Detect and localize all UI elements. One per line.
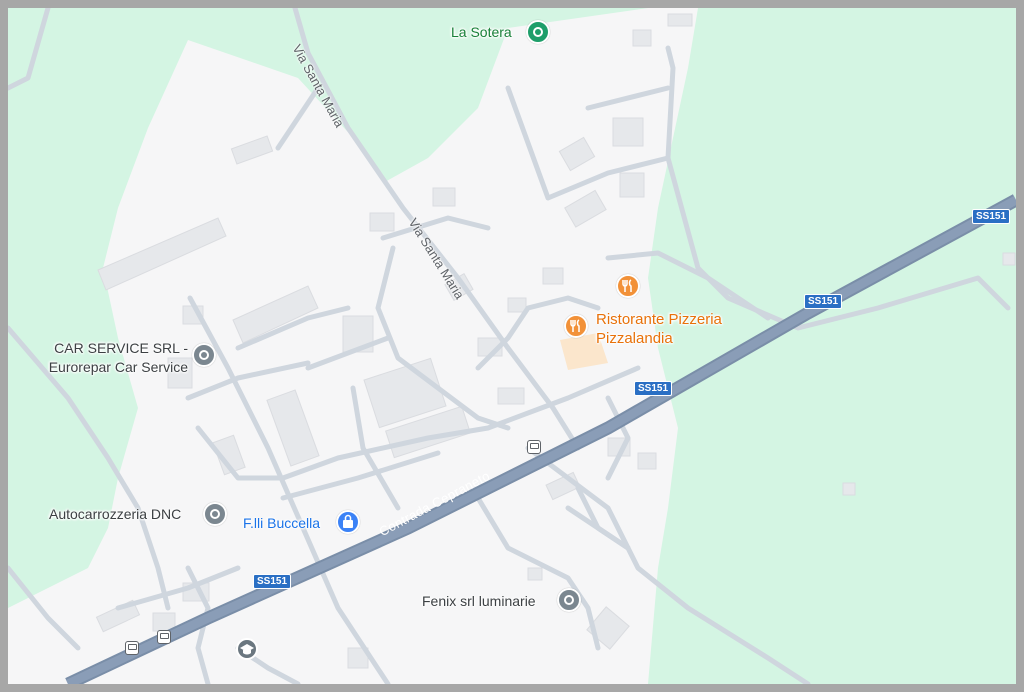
restaurant-icon[interactable] (616, 274, 640, 298)
school-icon[interactable] (236, 638, 258, 660)
route-shield-ss151: SS151 (253, 574, 292, 589)
map-frame: Via Santa Maria Via Santa Maria Contrada… (0, 0, 1024, 692)
restaurant-icon[interactable] (564, 314, 588, 338)
route-shield-ss151: SS151 (804, 294, 843, 309)
place-label-la-sotera[interactable]: La Sotera (451, 24, 512, 40)
place-label-line: Ristorante Pizzeria (596, 311, 722, 328)
place-pin-icon[interactable] (203, 502, 227, 526)
green-place-icon[interactable] (526, 20, 550, 44)
place-label-line: CAR SERVICE SRL - (54, 340, 188, 356)
place-pin-icon[interactable] (192, 343, 216, 367)
place-label-line: Eurorepar Car Service (48, 359, 188, 375)
route-shield-ss151: SS151 (634, 381, 673, 396)
place-label-autocarrozzeria[interactable]: Autocarrozzeria DNC (49, 506, 181, 522)
place-label-buccella[interactable]: F.lli Buccella (243, 515, 320, 531)
route-shield-ss151: SS151 (972, 209, 1011, 224)
place-label-fenix[interactable]: Fenix srl luminarie (422, 593, 536, 609)
place-label-line: Pizzalandia (596, 330, 673, 347)
bus-stop-icon[interactable] (527, 440, 541, 454)
place-pin-icon[interactable] (557, 588, 581, 612)
bus-stop-icon[interactable] (157, 630, 171, 644)
place-label-car-service[interactable]: CAR SERVICE SRL - Eurorepar Car Service (34, 339, 188, 377)
bus-stop-icon[interactable] (125, 641, 139, 655)
place-label-ristorante-pizzeria[interactable]: Ristorante Pizzeria Pizzalandia (596, 310, 722, 348)
shopping-bag-icon[interactable] (336, 510, 360, 534)
